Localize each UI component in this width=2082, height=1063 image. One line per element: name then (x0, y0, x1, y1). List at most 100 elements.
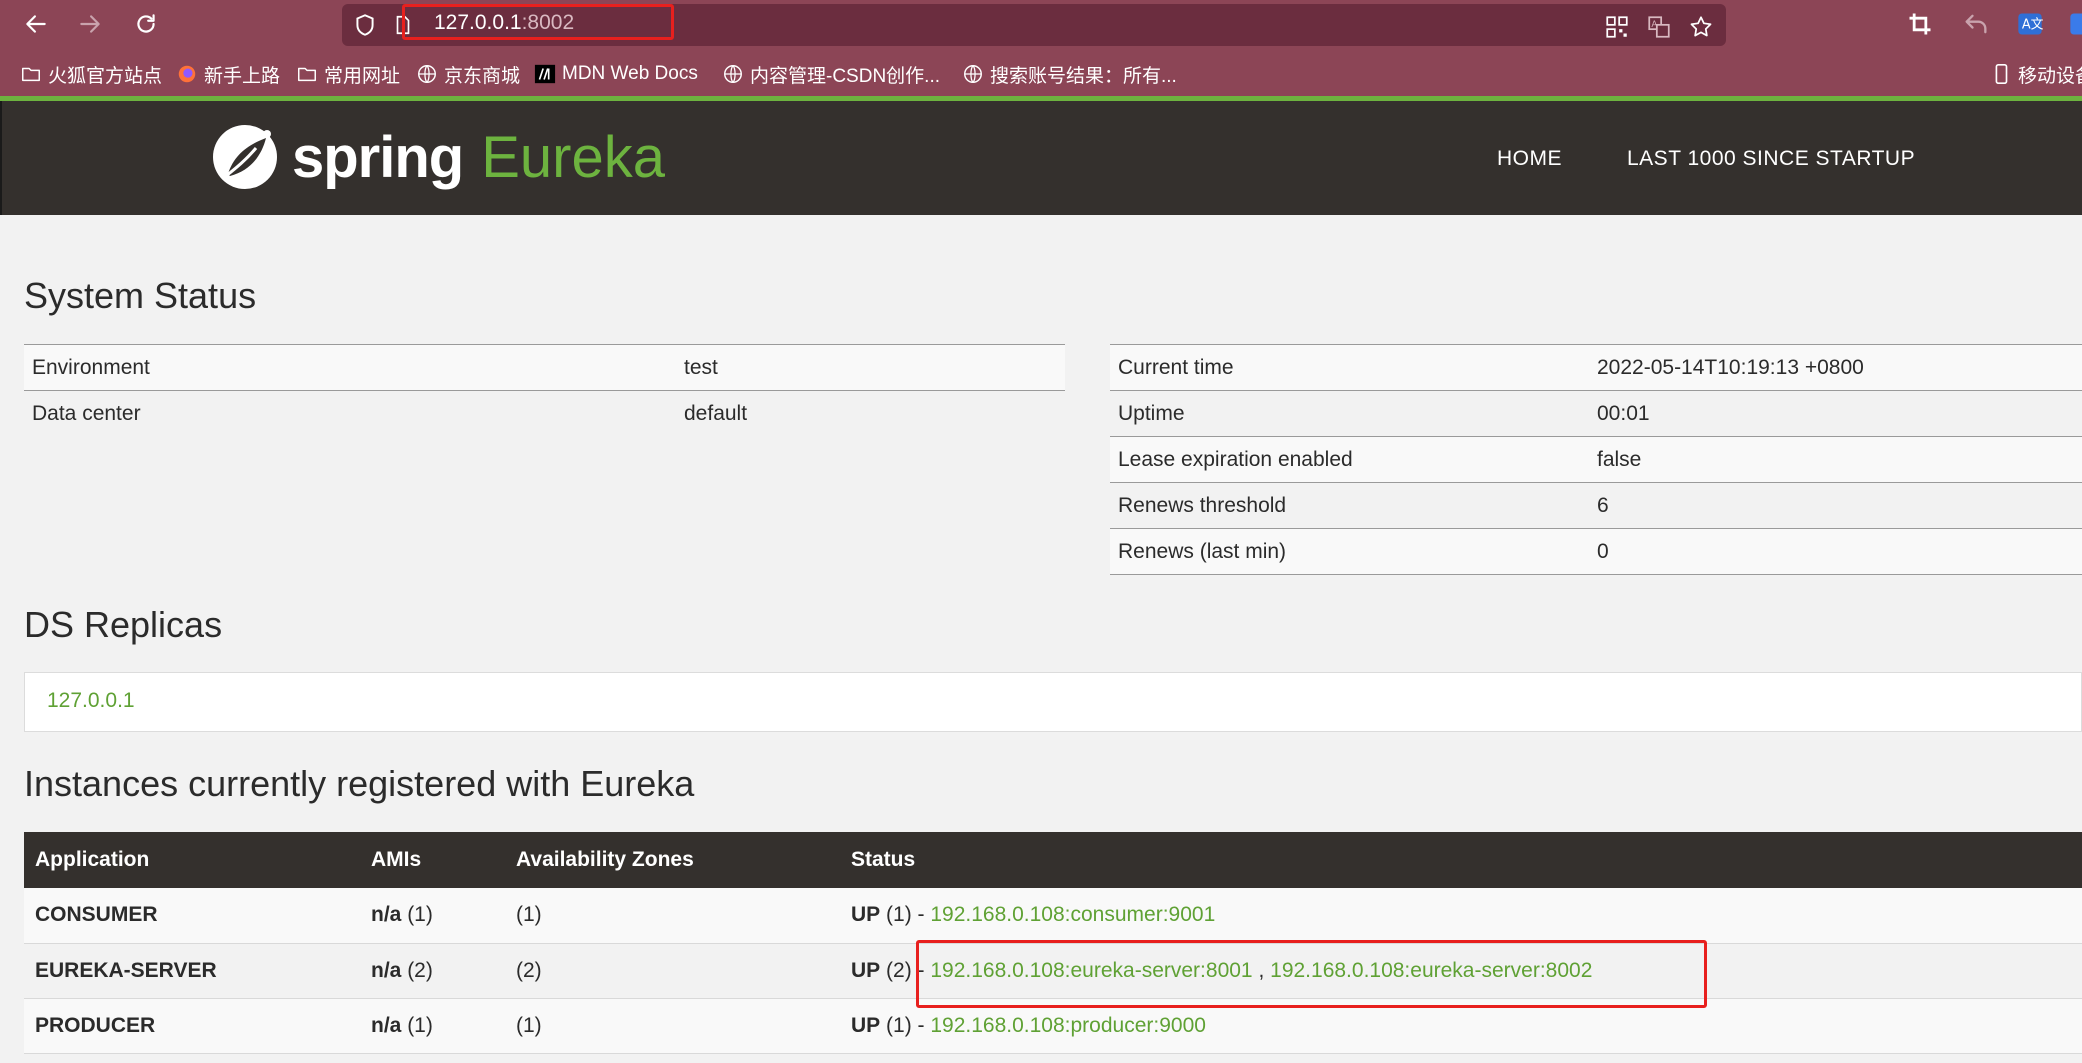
table-header-row: Application AMIs Availability Zones Stat… (24, 832, 2082, 888)
nav-home-link[interactable]: HOME (1497, 147, 1562, 171)
system-status-title: System Status (24, 275, 257, 316)
instance-link[interactable]: 192.168.0.108:consumer:9001 (930, 903, 1215, 926)
bookmark-label: 京东商城 (444, 65, 521, 87)
firefox-icon (178, 65, 196, 83)
amis-value: n/a (371, 903, 402, 927)
amis-count: (2) (407, 958, 433, 982)
globe-icon (964, 65, 982, 83)
status-state: UP (851, 903, 881, 927)
mdn-icon (534, 64, 556, 84)
bookmark-label: 搜索账号结果：所有... (990, 65, 1177, 87)
table-row: CONSUMER n/a (1) (1) UP (1) - 192.168.0.… (24, 888, 2082, 944)
zones-cell: (2) (505, 943, 840, 999)
qr-code-icon[interactable] (1604, 14, 1630, 40)
status-key: Renews (last min) (1110, 528, 1589, 575)
table-row: Renews (last min) 0 (1110, 528, 2082, 575)
forward-button[interactable] (72, 8, 108, 40)
status-count: (1) - (886, 1013, 925, 1037)
mobile-bookmarks[interactable]: 移动设备 (1990, 60, 2082, 88)
table-row: Renews threshold 6 (1110, 482, 2082, 529)
status-value: test (676, 344, 1065, 391)
eureka-server-highlight-annotation (916, 940, 1707, 1008)
arrow-left-icon (26, 15, 46, 33)
shield-icon[interactable] (352, 12, 378, 38)
status-value: 6 (1589, 482, 2082, 529)
table-bottom-mask (24, 436, 1065, 438)
column-header-application: Application (24, 832, 360, 888)
table-row: Data center default (24, 390, 1065, 437)
navigation-toolbar: A 127.0.0.1:8002 A文 (0, 0, 2082, 48)
table-row: Environment test (24, 344, 1065, 391)
amis-value: n/a (371, 958, 402, 982)
nav-last-1000-link[interactable]: LAST 1000 SINCE STARTUP (1627, 147, 1915, 171)
status-key: Data center (24, 390, 676, 437)
table-row: Uptime 00:01 (1110, 390, 2082, 437)
instance-link[interactable]: 192.168.0.108:producer:9000 (930, 1014, 1206, 1037)
browser-chrome: A 127.0.0.1:8002 A文 火狐官方站点 新手上路 常用网址 京东商… (0, 0, 2082, 101)
table-row: Lease expiration enabled false (1110, 436, 2082, 483)
bookmark-item[interactable]: 内容管理-CSDN创作... (722, 60, 940, 88)
status-count: (1) - (886, 903, 925, 927)
instances-title: Instances currently registered with Eure… (24, 763, 695, 804)
translate-icon[interactable]: A (1646, 14, 1672, 40)
logo-spring-text: spring (292, 124, 464, 190)
zones-cell: (1) (505, 998, 840, 1054)
zones-cell: (1) (505, 888, 840, 944)
status-key: Environment (24, 344, 676, 391)
ds-replicas-title: DS Replicas (24, 604, 223, 645)
bookmark-item[interactable]: 新手上路 (176, 60, 280, 88)
status-cell: UP (1) - 192.168.0.108:consumer:9001 (840, 888, 2082, 944)
ds-replicas-list: 127.0.0.1 (24, 672, 2082, 732)
status-value: default (676, 390, 1065, 437)
status-value: 00:01 (1589, 390, 2082, 437)
bookmark-label: MDN Web Docs (562, 63, 698, 84)
undo-icon[interactable] (1962, 10, 1990, 38)
application-name: CONSUMER (24, 888, 360, 944)
replica-link[interactable]: 127.0.0.1 (47, 689, 135, 713)
status-value: 2022-05-14T10:19:13 +0800 (1589, 344, 2082, 391)
url-port: :8002 (521, 11, 575, 34)
amis-count: (1) (407, 903, 433, 927)
url-host: 127.0.0.1 (434, 11, 522, 34)
application-name: EUREKA-SERVER (24, 943, 360, 999)
table-row: Current time 2022-05-14T10:19:13 +0800 (1110, 344, 2082, 391)
bookmark-item[interactable]: 京东商城 (416, 60, 520, 88)
svg-text:A: A (1651, 20, 1657, 30)
bookmark-item[interactable]: 常用网址 (296, 60, 400, 88)
crop-icon[interactable] (1906, 10, 1934, 38)
mobile-device-icon (1995, 64, 2008, 84)
status-key: Uptime (1110, 390, 1589, 437)
amis-cell: n/a (1) (360, 888, 505, 944)
status-value: false (1589, 436, 2082, 483)
status-value: 0 (1589, 528, 2082, 575)
amis-count: (1) (407, 1013, 433, 1037)
reload-icon (137, 14, 155, 33)
spring-eureka-logo[interactable]: spring Eureka (210, 119, 665, 195)
url-text[interactable]: 127.0.0.1:8002 (434, 11, 574, 35)
extension-icon[interactable] (2068, 10, 2082, 38)
amis-cell: n/a (2) (360, 943, 505, 999)
amis-cell: n/a (1) (360, 998, 505, 1054)
bookmark-item[interactable]: MDN Web Docs (534, 60, 698, 88)
amis-value: n/a (371, 1013, 402, 1037)
bookmark-item[interactable]: 火狐官方站点 (20, 60, 162, 88)
mobile-bookmarks-label: 移动设备 (2018, 65, 2082, 87)
column-header-zones: Availability Zones (505, 832, 840, 888)
status-state: UP (851, 958, 881, 982)
spring-leaf-icon (213, 125, 277, 189)
svg-text:A文: A文 (2022, 18, 2044, 33)
globe-icon (418, 65, 436, 83)
translate-extension-icon[interactable]: A文 (2016, 10, 2044, 38)
star-icon[interactable] (1688, 14, 1714, 40)
reload-button[interactable] (128, 8, 164, 40)
arrow-right-icon (80, 15, 100, 33)
status-key: Lease expiration enabled (1110, 436, 1589, 483)
bookmark-label: 内容管理-CSDN创作... (750, 65, 941, 87)
bookmark-item[interactable]: 搜索账号结果：所有... (962, 60, 1177, 88)
bookmark-label: 常用网址 (324, 65, 401, 87)
column-header-status: Status (840, 832, 2082, 888)
logo-eureka-text: Eureka (481, 124, 666, 190)
back-button[interactable] (18, 8, 54, 40)
bookmark-label: 火狐官方站点 (48, 65, 163, 87)
folder-icon (298, 67, 316, 82)
